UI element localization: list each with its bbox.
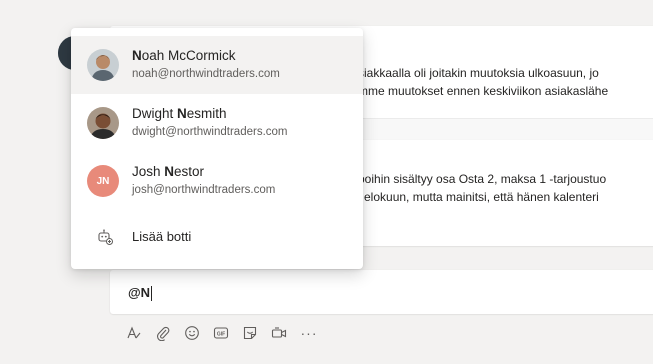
compose-toolbar: GIF ··· [126, 322, 318, 344]
message-text: i elokuun, mutta mainitsi, että hänen ka… [358, 190, 599, 204]
suggestion-dwight-nesmith[interactable]: Dwight Nesmith dwight@northwindtraders.c… [71, 94, 363, 152]
sticker-icon[interactable] [242, 325, 258, 341]
suggestion-noah-mccormick[interactable]: Noah McCormick noah@northwindtraders.com [71, 36, 363, 94]
gif-icon[interactable]: GIF [213, 325, 229, 341]
suggestion-name: Dwight Nesmith [132, 106, 227, 121]
mention-suggestions: Noah McCormick noah@northwindtraders.com… [71, 28, 363, 269]
bot-add-icon [96, 228, 114, 246]
gif-label: GIF [217, 331, 225, 337]
text-caret [151, 286, 153, 302]
suggestion-name: Noah McCormick [132, 48, 236, 63]
message-text: siakkaalla oli joitakin muutoksia ulkoas… [358, 66, 599, 80]
attach-icon[interactable] [155, 325, 171, 341]
format-icon[interactable] [126, 325, 142, 341]
suggestion-email: dwight@northwindtraders.com [132, 126, 288, 138]
meet-icon[interactable] [271, 325, 287, 341]
compose-input[interactable]: @N [128, 285, 153, 302]
avatar [87, 107, 119, 139]
compose-box[interactable]: @N [110, 270, 653, 314]
suggestion-name: Josh Nestor [132, 164, 205, 179]
more-icon[interactable]: ··· [300, 325, 318, 341]
message-text: poihin sisältyy osa Osta 2, maksa 1 -tar… [358, 172, 607, 186]
add-bot-button[interactable]: Lisää botti [71, 213, 363, 261]
avatar [87, 49, 119, 81]
suggestion-email: josh@northwindtraders.com [132, 184, 276, 196]
add-bot-label: Lisää botti [132, 229, 192, 244]
emoji-icon[interactable] [184, 325, 200, 341]
avatar-initials: JN [87, 165, 119, 197]
suggestion-josh-nestor[interactable]: JN Josh Nestor josh@northwindtraders.com [71, 152, 363, 210]
suggestion-email: noah@northwindtraders.com [132, 68, 280, 80]
message-text: mme muutokset ennen keskiviikon asiakasl… [358, 84, 609, 98]
